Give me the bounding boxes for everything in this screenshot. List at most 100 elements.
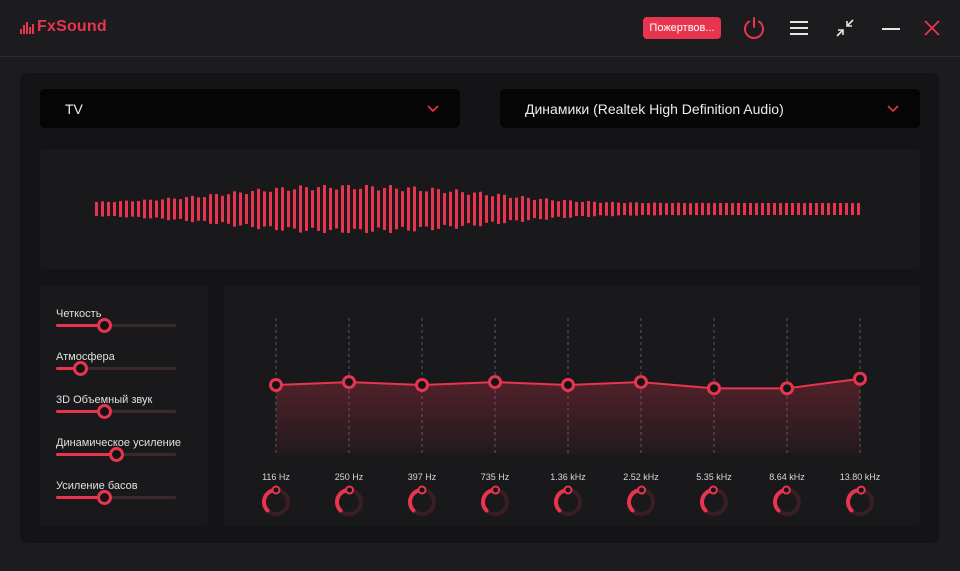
chevron-down-icon: [427, 105, 439, 113]
effect-item: 3D Объемный звук: [56, 394, 176, 419]
visualizer-bar: [671, 202, 674, 216]
visualizer-bar: [767, 202, 770, 216]
eq-band-handle[interactable]: [634, 375, 648, 390]
visualizer-bar: [689, 203, 692, 215]
effect-slider[interactable]: [56, 490, 176, 505]
visualizer-bar: [137, 201, 140, 217]
visualizer-bar: [143, 199, 146, 219]
title-bar: FxSound Пожертвов...: [0, 0, 960, 57]
visualizer-bar: [557, 201, 560, 217]
visualizer-bar: [497, 193, 500, 225]
visualizer-bar: [203, 197, 206, 221]
visualizer-bar: [509, 197, 512, 221]
visualizer-bar: [827, 202, 830, 216]
power-icon[interactable]: [740, 14, 768, 42]
eq-knob[interactable]: [637, 485, 647, 495]
visualizer-bar: [233, 191, 236, 227]
effect-slider[interactable]: [56, 361, 176, 376]
menu-icon[interactable]: [785, 14, 813, 42]
visualizer-bar: [581, 201, 584, 217]
eq-knob[interactable]: [856, 485, 866, 495]
eq-band-handle[interactable]: [415, 378, 429, 392]
visualizer-bar: [161, 199, 164, 219]
visualizer-bar: [455, 189, 458, 229]
visualizer-bar: [401, 191, 404, 227]
eq-knob[interactable]: [345, 485, 355, 495]
effect-item: Динамическое усиление: [56, 437, 181, 462]
visualizer-bar: [125, 200, 128, 218]
eq-band-frequency: 13.80 kHz: [839, 472, 881, 482]
visualizer-bar: [107, 201, 110, 217]
eq-band-handle[interactable]: [488, 375, 502, 390]
visualizer-bar: [797, 203, 800, 215]
eq-knob[interactable]: [491, 485, 501, 495]
visualizer-bar: [365, 185, 368, 233]
visualizer-bar: [731, 203, 734, 215]
visualizer-bar: [479, 191, 482, 227]
visualizer-bar: [467, 194, 470, 224]
close-icon[interactable]: [918, 14, 946, 42]
visualizer-bar: [605, 202, 608, 216]
preset-dropdown[interactable]: TV: [40, 89, 460, 128]
slider-thumb[interactable]: [97, 404, 112, 419]
visualizer-bar: [551, 200, 554, 218]
visualizer-bar: [533, 199, 536, 219]
visualizer-bar: [857, 202, 860, 216]
visualizer-bar: [101, 201, 104, 217]
slider-fill: [56, 453, 116, 456]
slider-thumb[interactable]: [73, 361, 88, 376]
visualizer-bar: [329, 187, 332, 231]
eq-knob[interactable]: [417, 485, 427, 495]
visualizer-bar: [371, 186, 374, 232]
visualizer-bar: [503, 194, 506, 224]
visualizer-bar: [335, 189, 338, 229]
eq-band-handle[interactable]: [269, 378, 283, 392]
visualizer-bar: [155, 200, 158, 218]
eq-knob[interactable]: [781, 485, 791, 495]
visualizer-bar: [623, 203, 626, 215]
effect-slider[interactable]: [56, 447, 176, 462]
effect-item: Атмосфера: [56, 351, 176, 376]
visualizer-bar: [563, 200, 566, 218]
visualizer-bar: [245, 194, 248, 224]
eq-knob[interactable]: [271, 485, 281, 495]
visualizer-bar: [299, 185, 302, 233]
visualizer-bar: [173, 198, 176, 220]
eq-knob[interactable]: [563, 485, 573, 495]
slider-thumb[interactable]: [97, 490, 112, 505]
eq-band-handle[interactable]: [342, 375, 356, 390]
visualizer-bars: [95, 185, 860, 233]
visualizer-bar: [359, 188, 362, 230]
visualizer-bar: [617, 202, 620, 216]
visualizer-bar: [413, 186, 416, 232]
visualizer-bar: [677, 202, 680, 216]
visualizer-bar: [191, 195, 194, 223]
eq-band-handle[interactable]: [561, 378, 575, 392]
visualizer-bar: [737, 203, 740, 215]
visualizer-bar: [665, 203, 668, 215]
visualizer-bar: [695, 202, 698, 216]
eq-band-handle[interactable]: [780, 381, 794, 396]
slider-thumb[interactable]: [97, 318, 112, 333]
visualizer-bar: [845, 203, 848, 215]
visualizer-bar: [419, 191, 422, 227]
visualizer-bar: [227, 194, 230, 224]
visualizer-bar: [713, 203, 716, 215]
visualizer-bar: [539, 198, 542, 220]
slider-thumb[interactable]: [109, 447, 124, 462]
eq-band-handle[interactable]: [853, 371, 867, 386]
visualizer-bar: [431, 187, 434, 231]
minimize-to-compact-icon[interactable]: [831, 14, 859, 42]
minimize-icon[interactable]: [877, 14, 905, 42]
effect-slider[interactable]: [56, 318, 176, 333]
output-device-dropdown[interactable]: Динамики (Realtek High Definition Audio): [500, 89, 920, 128]
chevron-down-icon: [887, 105, 899, 113]
eq-band-handle[interactable]: [707, 381, 721, 396]
app-name: FxSound: [37, 18, 107, 35]
visualizer-bar: [725, 202, 728, 216]
eq-knob[interactable]: [708, 485, 718, 495]
eq-band-frequency: 116 Hz: [262, 472, 290, 482]
donate-button[interactable]: Пожертвов...: [643, 17, 721, 39]
eq-band-frequency: 8.64 kHz: [769, 472, 805, 482]
effect-slider[interactable]: [56, 404, 176, 419]
